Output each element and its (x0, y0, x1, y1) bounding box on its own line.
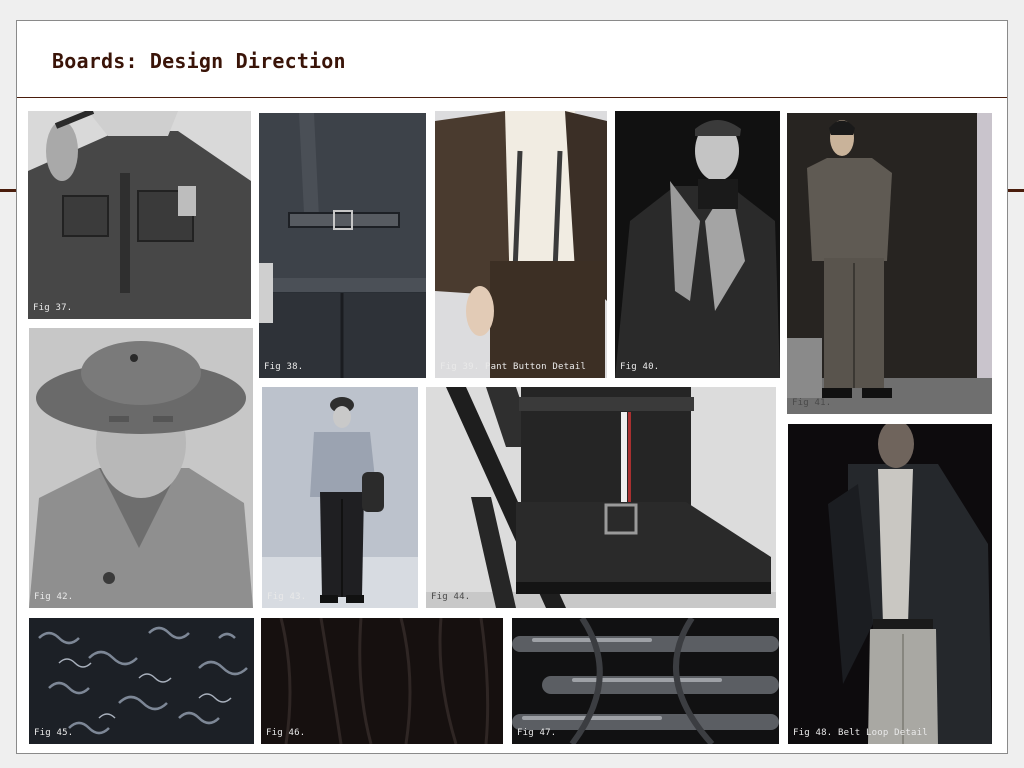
figure-40-caption: Fig 40. (620, 362, 660, 372)
figure-47[interactable]: Fig 47. (512, 618, 779, 744)
figure-42[interactable]: Fig 42. (29, 328, 253, 608)
figure-45[interactable]: Fig 45. (29, 618, 254, 744)
figure-48-caption: Fig 48. Belt Loop Detail (793, 728, 928, 738)
figure-46[interactable]: Fig 46. (261, 618, 503, 744)
figure-47-image (512, 618, 779, 744)
figure-40-image (615, 111, 780, 378)
figure-41[interactable]: Fig 41. (787, 113, 992, 414)
accent-rail-right (1006, 189, 1024, 192)
figure-39-caption: Fig 39. Pant Button Detail (440, 362, 587, 372)
figure-38[interactable]: Fig 38. (259, 113, 426, 378)
figure-48[interactable]: Fig 48. Belt Loop Detail (788, 424, 992, 744)
figure-39[interactable]: Fig 39. Pant Button Detail (435, 111, 607, 378)
figure-44[interactable]: Fig 44. (426, 387, 776, 608)
page-title: Boards: Design Direction (52, 49, 346, 73)
figure-44-image (426, 387, 776, 608)
figure-39-image (435, 111, 607, 378)
figure-42-image (29, 328, 253, 608)
figure-41-image (787, 113, 992, 414)
figure-44-caption: Fig 44. (431, 592, 471, 602)
figure-38-image (259, 113, 426, 378)
figure-37-caption: Fig 37. (33, 303, 73, 313)
figure-45-image (29, 618, 254, 744)
figure-37[interactable]: Fig 37. (28, 111, 251, 319)
board-header: Boards: Design Direction (17, 21, 1007, 98)
figure-48-image (788, 424, 992, 744)
figure-38-caption: Fig 38. (264, 362, 304, 372)
figure-37-image (28, 111, 251, 319)
figure-43[interactable]: Fig 43. (262, 387, 418, 608)
figure-41-caption: Fig 41. (792, 398, 832, 408)
figure-40[interactable]: Fig 40. (615, 111, 780, 378)
figure-47-caption: Fig 47. (517, 728, 557, 738)
accent-rail-left (0, 189, 17, 192)
figure-43-caption: Fig 43. (267, 592, 307, 602)
figure-42-caption: Fig 42. (34, 592, 74, 602)
figure-45-caption: Fig 45. (34, 728, 74, 738)
figure-43-image (262, 387, 418, 608)
figure-46-caption: Fig 46. (266, 728, 306, 738)
figure-46-image (261, 618, 503, 744)
